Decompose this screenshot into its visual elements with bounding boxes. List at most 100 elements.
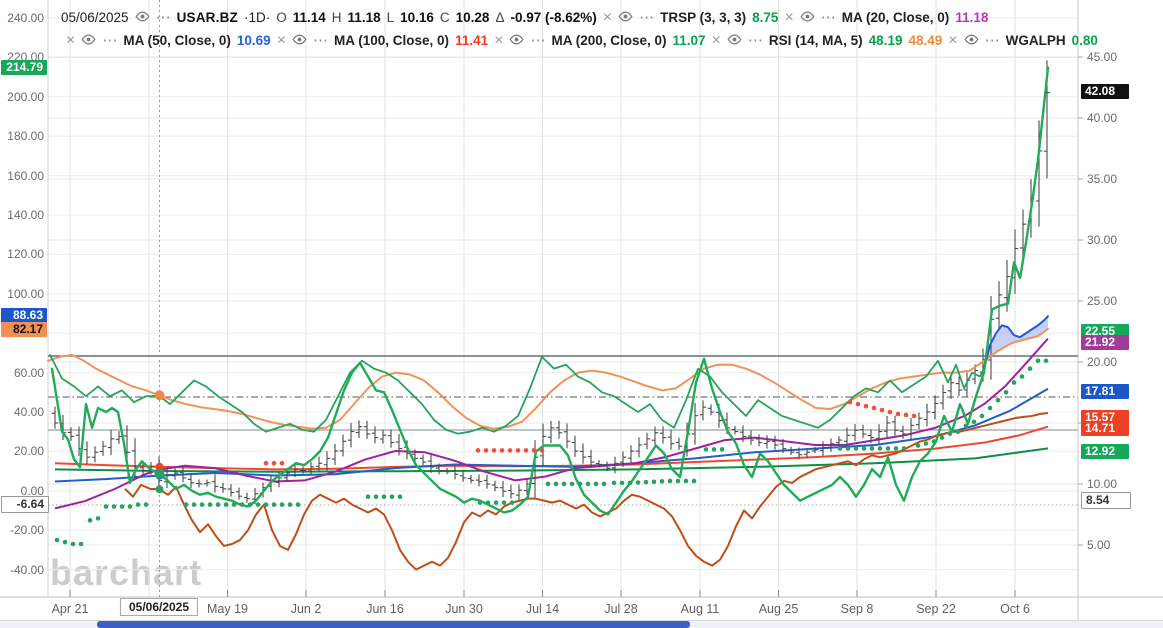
scrollbar-track[interactable] xyxy=(0,621,1163,628)
trsp-buy-stop-dot xyxy=(643,479,649,485)
left-axis-tick-label: -40.00 xyxy=(9,562,44,577)
ohlc-bar xyxy=(699,400,707,421)
trsp-buy-stop-dot xyxy=(853,446,859,451)
right-axis-tick-label: 30.00 xyxy=(1087,233,1118,247)
trsp-buy-stop-dot xyxy=(577,481,583,487)
trsp-buy-stop-dot xyxy=(1043,358,1049,364)
right-axis-tick-label: 10.00 xyxy=(1087,477,1118,491)
trsp-buy-stop-dot xyxy=(691,478,697,484)
options-menu-icon[interactable]: ⋯ xyxy=(748,33,763,48)
right-axis-tick-label: 20.00 xyxy=(1087,355,1118,369)
trsp-buy-stop-dot xyxy=(255,502,261,507)
options-menu-icon[interactable]: ⋯ xyxy=(639,10,654,25)
trsp-buy-stop-dot xyxy=(923,441,929,446)
trsp-buy-stop-dot xyxy=(885,446,891,451)
trsp-buy-stop-dot xyxy=(955,429,961,435)
options-menu-icon[interactable]: ⋯ xyxy=(821,10,836,25)
right-axis-tick-label: 35.00 xyxy=(1087,172,1118,186)
trsp-buy-stop-dot xyxy=(191,502,197,507)
ohlc-bar xyxy=(187,473,195,489)
trsp-buy-stop-dot xyxy=(1035,358,1041,364)
chart-canvas[interactable] xyxy=(0,0,1163,628)
visibility-toggle-icon[interactable] xyxy=(509,33,524,48)
trsp-sell-stop-dot xyxy=(475,448,481,453)
scrollbar-thumb[interactable] xyxy=(97,621,690,628)
ohlc-bar xyxy=(299,466,307,474)
series-rsi xyxy=(49,353,985,435)
visibility-toggle-icon[interactable] xyxy=(964,33,979,48)
visibility-toggle-icon[interactable] xyxy=(81,33,96,48)
visibility-toggle-icon[interactable] xyxy=(800,10,815,25)
ohlc-bar xyxy=(667,430,675,450)
trsp-buy-stop-dot xyxy=(54,537,60,543)
trsp-sell-stop-dot xyxy=(863,403,869,409)
trsp-buy-stop-dot xyxy=(845,446,851,451)
trsp-buy-stop-dot xyxy=(667,478,673,484)
change-label: Δ xyxy=(495,10,505,25)
remove-study-icon[interactable]: × xyxy=(603,9,612,25)
low-value: 10.16 xyxy=(400,10,434,25)
remove-study-icon[interactable]: × xyxy=(277,32,286,48)
trsp-buy-stop-dot xyxy=(389,494,395,500)
x-axis-tick-label: Apr 21 xyxy=(51,602,89,616)
trsp-buy-stop-dot xyxy=(995,397,1001,403)
options-menu-icon[interactable]: ⋯ xyxy=(313,33,328,48)
visibility-toggle-icon[interactable] xyxy=(135,10,150,25)
visibility-toggle-icon[interactable] xyxy=(618,10,633,25)
study-ma100-label: MA (100, Close, 0) xyxy=(334,33,450,48)
trsp-buy-stop-dot xyxy=(635,480,641,485)
close-label: C xyxy=(439,10,450,25)
trsp-buy-stop-dot xyxy=(239,502,245,507)
open-label: O xyxy=(276,10,287,25)
trsp-buy-stop-dot xyxy=(711,447,717,452)
options-menu-icon[interactable]: ⋯ xyxy=(156,10,171,25)
remove-study-icon[interactable]: × xyxy=(494,32,503,48)
ohlc-bar xyxy=(475,474,483,487)
remove-study-icon[interactable]: × xyxy=(948,32,957,48)
trsp-sell-stop-dot xyxy=(895,411,901,417)
ohlc-bar xyxy=(907,417,915,441)
trsp-buy-stop-dot xyxy=(183,502,189,507)
remove-study-icon[interactable]: × xyxy=(712,32,721,48)
trsp-buy-stop-dot xyxy=(365,494,371,500)
visibility-toggle-icon[interactable] xyxy=(292,33,307,48)
study-ma20-label: MA (20, Close, 0) xyxy=(841,10,950,25)
ohlc-bar xyxy=(387,429,395,448)
ma200-last-badge: 12.92 xyxy=(1081,444,1129,459)
trsp-buy-stop-dot xyxy=(135,502,141,507)
visibility-toggle-icon[interactable] xyxy=(727,33,742,48)
ohlc-bar xyxy=(243,492,251,503)
trsp-buy-stop-dot xyxy=(493,500,499,505)
trsp-sell-stop-dot xyxy=(483,448,489,453)
ohlc-bar xyxy=(51,406,59,429)
ohlc-bar xyxy=(915,412,923,430)
options-menu-icon[interactable]: ⋯ xyxy=(530,33,545,48)
trsp-buy-stop-dot xyxy=(223,502,229,507)
open-value: 11.14 xyxy=(292,10,326,25)
trsp-buy-stop-dot xyxy=(585,481,591,487)
remove-study-icon[interactable]: × xyxy=(66,32,75,48)
trsp-buy-stop-dot xyxy=(703,447,709,452)
trsp-sell-stop-dot xyxy=(279,460,285,466)
trsp-buy-stop-dot xyxy=(295,502,301,507)
left-axis-tick-label: 20.00 xyxy=(13,444,44,459)
options-menu-icon[interactable]: ⋯ xyxy=(985,33,1000,48)
ohlc-bar xyxy=(891,415,899,436)
trsp-sell-stop-dot xyxy=(499,448,505,453)
x-axis-tick-label: Jun 2 xyxy=(290,602,322,616)
trsp-buy-stop-dot xyxy=(215,502,221,507)
ohlc-bar xyxy=(707,404,715,416)
ohlc-bar xyxy=(571,435,579,457)
x-axis-tick-label: Aug 25 xyxy=(758,602,799,616)
low-label: L xyxy=(386,10,395,25)
remove-study-icon[interactable]: × xyxy=(784,9,793,25)
study-trsp-value: 8.75 xyxy=(752,10,779,25)
trsp-sell-stop-dot xyxy=(507,448,513,453)
ohlc-bar xyxy=(675,437,683,451)
rsi-ma-marker xyxy=(154,390,165,401)
trsp-buy-stop-dot xyxy=(62,539,68,545)
options-menu-icon[interactable]: ⋯ xyxy=(102,33,117,48)
trsp-sell-stop-dot xyxy=(515,448,521,453)
support-pct-badge: -6.64 xyxy=(1,496,49,513)
ohlc-bar xyxy=(235,487,243,500)
